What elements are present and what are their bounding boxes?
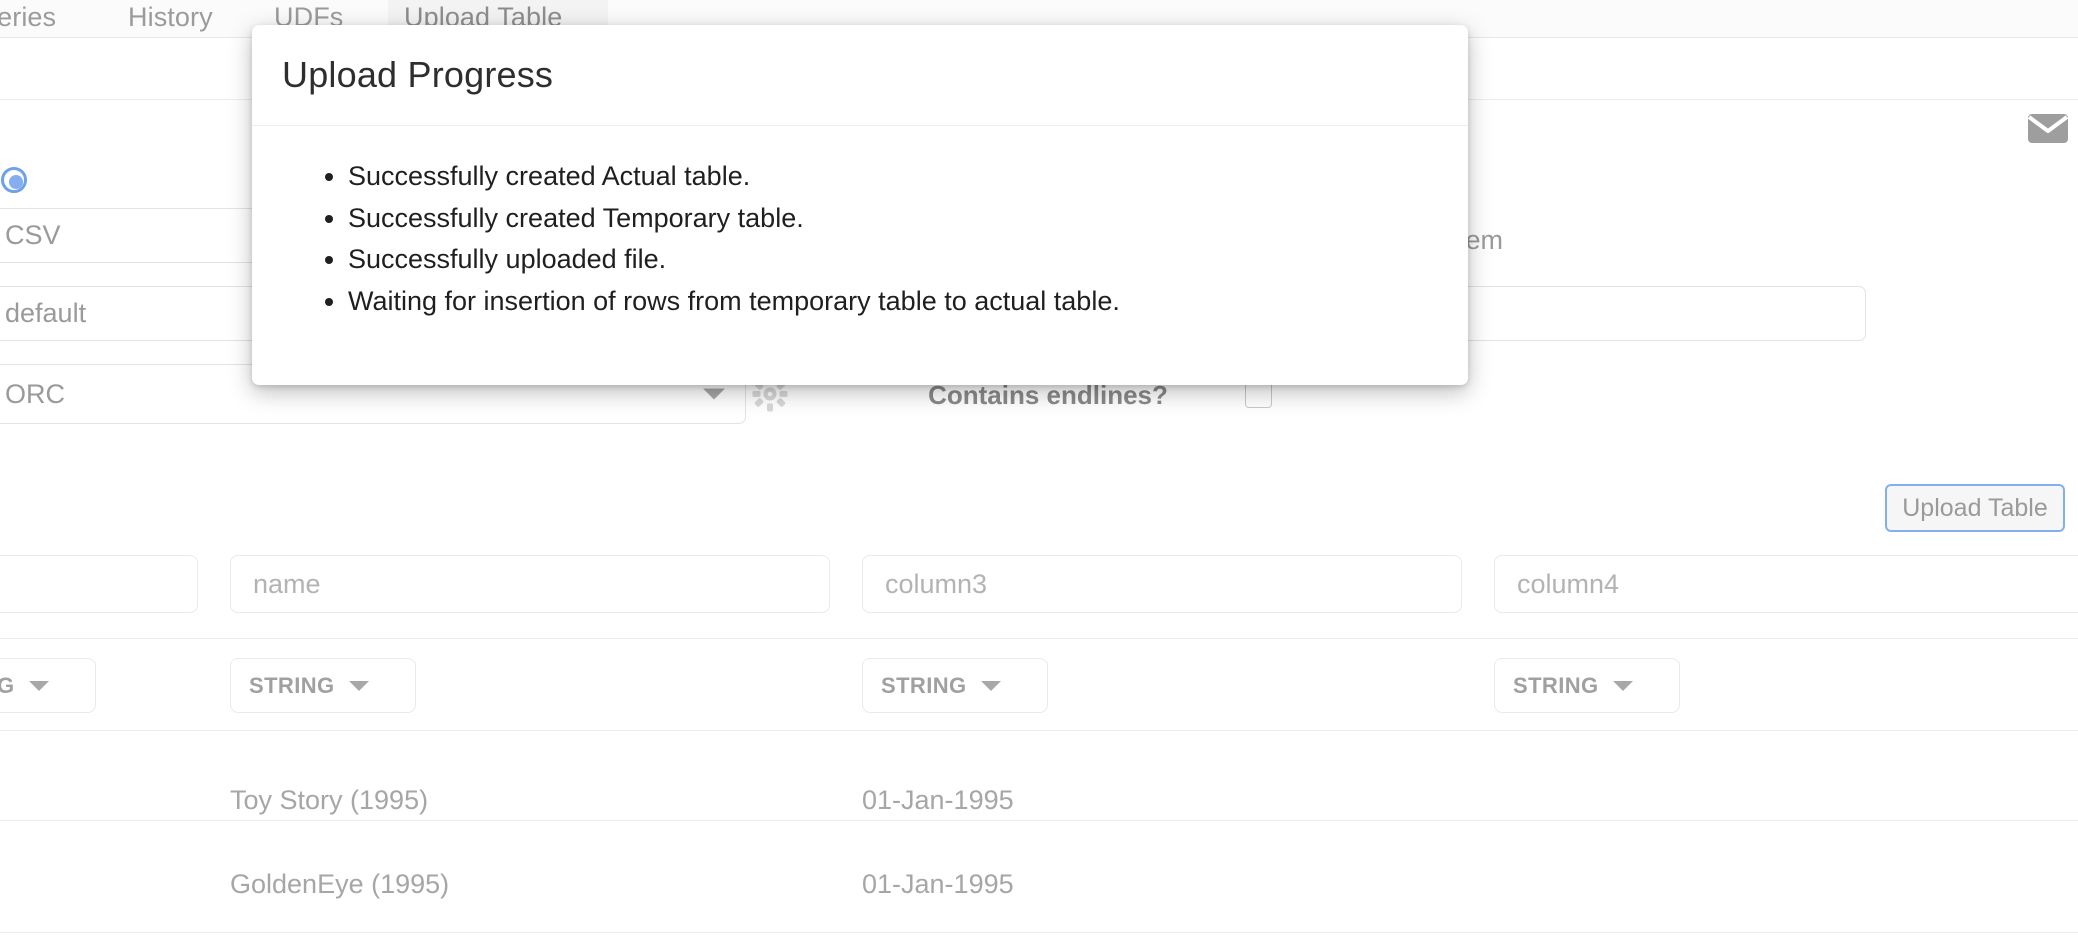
progress-item: Successfully created Temporary table. xyxy=(348,198,1468,239)
storage-format-value: ORC xyxy=(5,378,65,409)
row-separator xyxy=(0,638,2078,639)
progress-item: Successfully created Actual table. xyxy=(348,156,1468,197)
mail-icon[interactable] xyxy=(2027,114,2069,143)
column-type-select-0[interactable]: STRING xyxy=(0,658,96,713)
table-cell: 01-Jan-1995 xyxy=(862,869,1014,899)
file-source-radio[interactable] xyxy=(1,167,27,193)
modal-header: Upload Progress xyxy=(252,25,1468,126)
column-type-label-1: STRING xyxy=(249,672,335,698)
table-cell: GoldenEye (1995) xyxy=(230,869,450,899)
row-separator xyxy=(0,820,2078,821)
progress-list: Successfully created Actual table. Succe… xyxy=(252,156,1468,321)
column-type-label-3: STRING xyxy=(1513,672,1599,698)
modal-title: Upload Progress xyxy=(282,54,554,95)
modal-body: Successfully created Actual table. Succe… xyxy=(252,126,1468,322)
table-cell: 01-Jan-1995 xyxy=(862,785,1014,815)
chevron-down-icon xyxy=(980,680,1001,691)
column-type-label-2: STRING xyxy=(881,672,967,698)
column-name-input-1[interactable]: name xyxy=(230,555,830,613)
column-type-select-2[interactable]: STRING xyxy=(862,658,1048,713)
chevron-down-icon xyxy=(348,680,369,691)
contains-endlines-checkbox[interactable] xyxy=(1245,381,1272,408)
row-separator xyxy=(0,932,2078,933)
table-cell: Toy Story (1995) xyxy=(230,785,429,815)
app-root: ueries History UDFs Upload Table CSV def… xyxy=(0,0,2078,942)
column-type-select-1[interactable]: STRING xyxy=(230,658,416,713)
tab-history[interactable]: History xyxy=(112,0,229,38)
column-type-label-0: STRING xyxy=(0,672,15,698)
progress-item: Successfully uploaded file. xyxy=(348,239,1468,280)
progress-item: Waiting for insertion of rows from tempo… xyxy=(348,281,1468,322)
radio-inner-dot xyxy=(9,175,23,189)
row-separator xyxy=(0,730,2078,731)
column-name-input-3[interactable]: column4 xyxy=(1494,555,2078,613)
tab-queries[interactable]: ueries xyxy=(0,0,72,38)
column-name-input-0[interactable] xyxy=(0,555,198,613)
upload-progress-modal: Upload Progress Successfully created Act… xyxy=(252,25,1468,385)
upload-table-button[interactable]: Upload Table xyxy=(1885,484,2065,532)
chevron-down-icon xyxy=(28,680,49,691)
chevron-down-icon xyxy=(703,388,725,400)
column-type-select-3[interactable]: STRING xyxy=(1494,658,1680,713)
column-name-input-2[interactable]: column3 xyxy=(862,555,1462,613)
chevron-down-icon xyxy=(1612,680,1633,691)
